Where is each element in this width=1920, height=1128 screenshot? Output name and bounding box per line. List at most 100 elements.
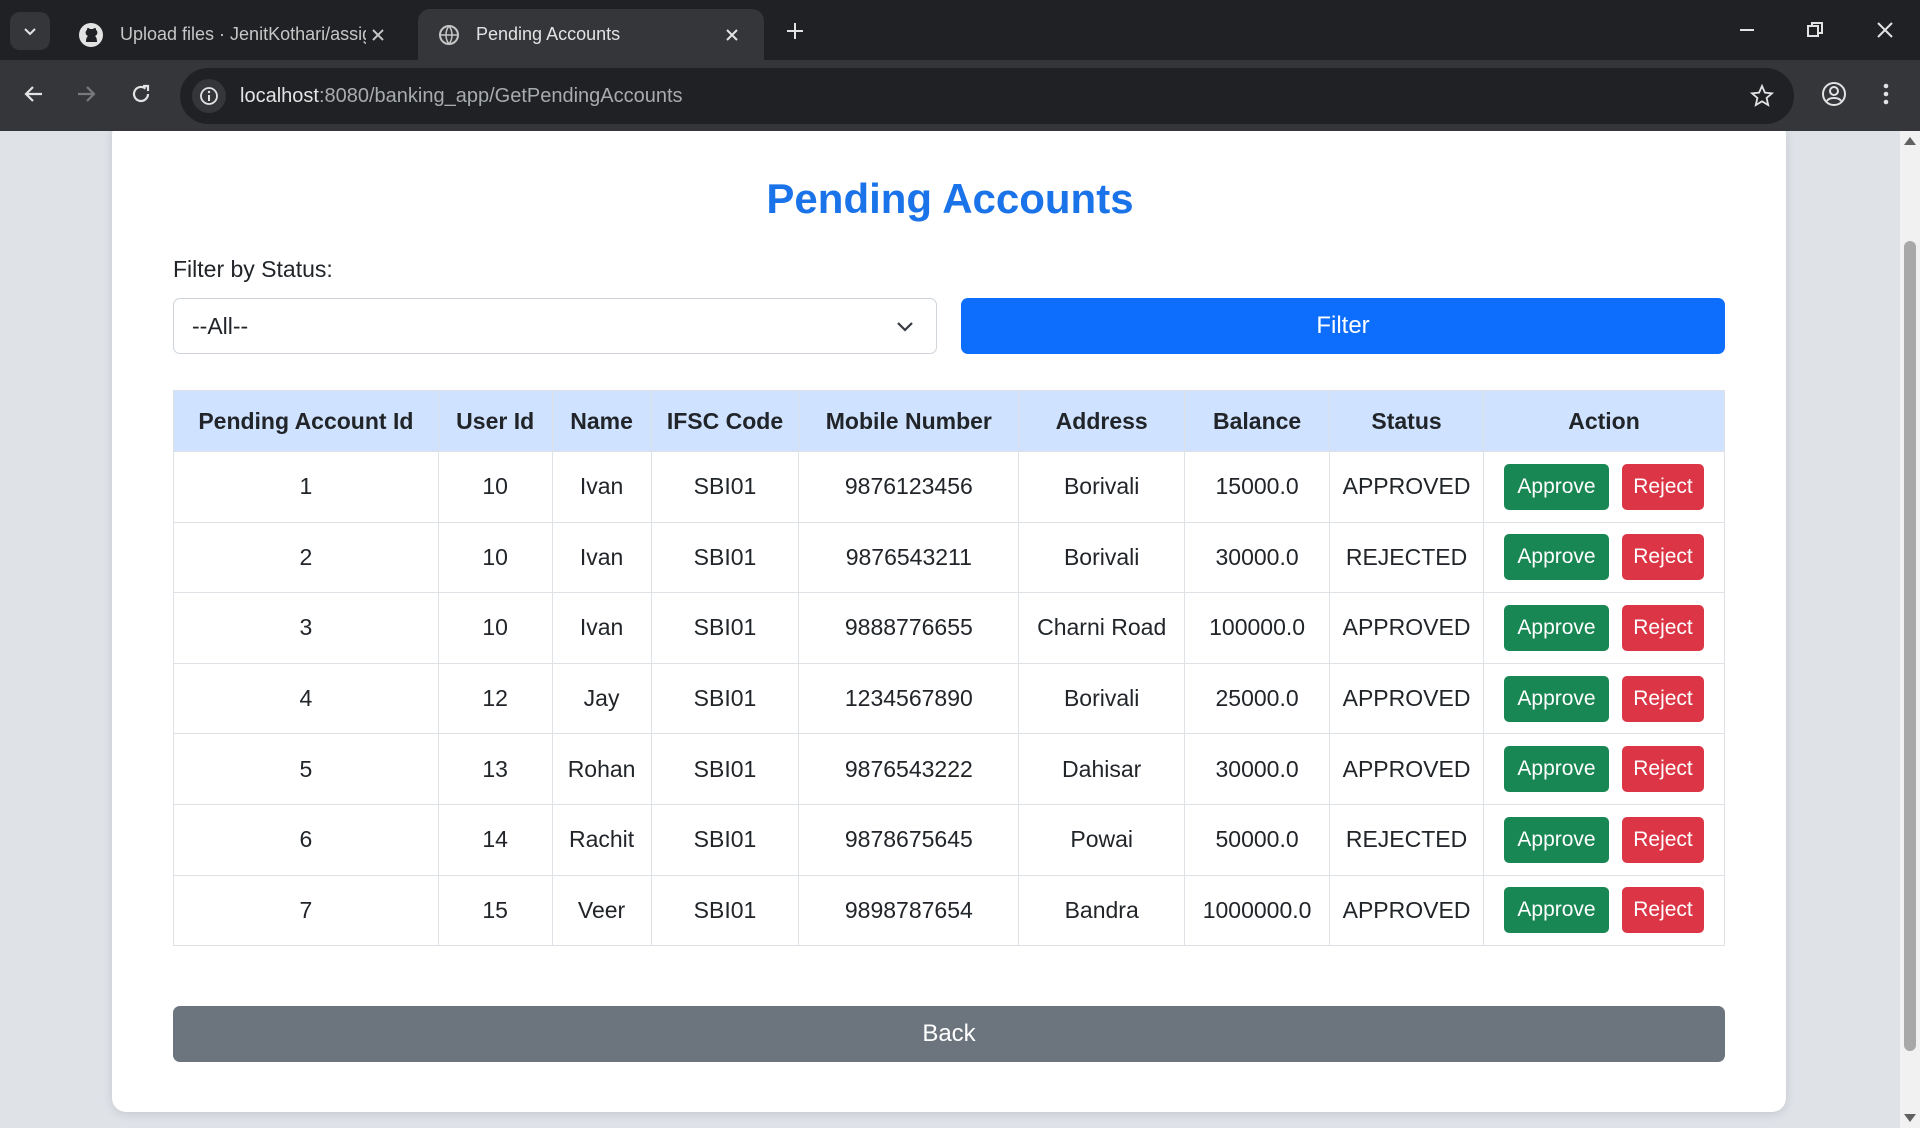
cell-status: APPROVED	[1329, 451, 1485, 523]
reject-button[interactable]: Reject	[1622, 746, 1704, 793]
page-scrollbar[interactable]	[1900, 131, 1920, 1128]
header-ifsc-code: IFSC Code	[650, 390, 800, 452]
tab-upload-files[interactable]: Upload files · JenitKothari/assig	[58, 9, 410, 60]
cell-address: Borivali	[1018, 451, 1186, 523]
status-filter-select[interactable]: --All--	[173, 298, 937, 354]
cell-name: Rachit	[551, 803, 652, 876]
cell-address: Charni Road	[1018, 592, 1186, 664]
cell-mobile-number: 9878675645	[798, 803, 1020, 876]
table-header-row: Pending Account Id User Id Name IFSC Cod…	[173, 390, 1725, 452]
cell-balance: 100000.0	[1184, 592, 1331, 664]
cell-action: Approve Reject	[1483, 451, 1725, 523]
cell-address: Borivali	[1018, 662, 1186, 735]
cell-name: Veer	[551, 874, 652, 947]
table-row: 5 13 Rohan SBI01 9876543222 Dahisar 3000…	[173, 733, 1725, 805]
cell-status: REJECTED	[1329, 803, 1485, 876]
approve-button[interactable]: Approve	[1504, 534, 1609, 581]
restore-icon	[1807, 22, 1823, 37]
cell-user-id: 10	[437, 451, 553, 523]
close-icon[interactable]	[720, 23, 744, 47]
cell-mobile-number: 9876543211	[798, 521, 1020, 594]
cell-action: Approve Reject	[1483, 592, 1725, 664]
cell-pending-account-id: 1	[173, 451, 439, 523]
cell-ifsc-code: SBI01	[650, 803, 800, 876]
cell-ifsc-code: SBI01	[650, 874, 800, 947]
cell-name: Ivan	[551, 451, 652, 523]
browser-toolbar: localhost:8080/banking_app/GetPendingAcc…	[0, 60, 1920, 131]
cell-action: Approve Reject	[1483, 874, 1725, 947]
cell-status: APPROVED	[1329, 874, 1485, 947]
reject-button[interactable]: Reject	[1622, 534, 1704, 581]
reload-button[interactable]	[121, 74, 161, 114]
arrow-right-icon	[78, 86, 96, 102]
cell-user-id: 13	[437, 733, 553, 805]
reject-button[interactable]: Reject	[1622, 816, 1704, 863]
new-tab-button[interactable]	[780, 16, 810, 46]
back-button[interactable]: Back	[173, 1006, 1725, 1062]
cell-user-id: 14	[437, 803, 553, 876]
tab-pending-accounts[interactable]: Pending Accounts	[418, 9, 764, 60]
cell-name: Ivan	[551, 592, 652, 664]
cell-mobile-number: 9898787654	[798, 874, 1020, 947]
close-icon[interactable]	[366, 23, 390, 47]
minimize-button[interactable]	[1722, 10, 1772, 50]
scroll-thumb[interactable]	[1904, 241, 1916, 1051]
header-user-id: User Id	[437, 390, 553, 452]
filter-button[interactable]: Filter	[961, 298, 1725, 354]
cell-address: Dahisar	[1018, 733, 1186, 805]
header-address: Address	[1018, 390, 1186, 452]
tab-search-button[interactable]	[10, 12, 50, 50]
site-info-button[interactable]	[192, 79, 226, 113]
table-row: 4 12 Jay SBI01 1234567890 Borivali 25000…	[173, 662, 1725, 735]
url-text[interactable]: localhost:8080/banking_app/GetPendingAcc…	[240, 85, 683, 108]
reject-button[interactable]: Reject	[1622, 604, 1704, 651]
cell-name: Jay	[551, 662, 652, 735]
account-icon	[1822, 82, 1846, 106]
header-pending-account-id: Pending Account Id	[173, 390, 439, 452]
window-close-button[interactable]	[1860, 10, 1910, 50]
reject-button[interactable]: Reject	[1622, 887, 1704, 934]
close-icon	[1877, 22, 1893, 38]
forward-nav-button[interactable]	[66, 74, 106, 114]
approve-button[interactable]: Approve	[1504, 746, 1609, 793]
cell-action: Approve Reject	[1483, 733, 1725, 805]
cell-ifsc-code: SBI01	[650, 451, 800, 523]
cell-user-id: 10	[437, 592, 553, 664]
cell-action: Approve Reject	[1483, 521, 1725, 594]
restore-button[interactable]	[1790, 10, 1840, 50]
cell-pending-account-id: 2	[173, 521, 439, 594]
approve-button[interactable]: Approve	[1504, 604, 1609, 651]
cell-balance: 15000.0	[1184, 451, 1331, 523]
cell-pending-account-id: 5	[173, 733, 439, 805]
scroll-up-arrow-icon[interactable]	[1904, 137, 1916, 145]
header-status: Status	[1329, 390, 1485, 452]
pending-accounts-table: Pending Account Id User Id Name IFSC Cod…	[173, 390, 1725, 947]
address-bar[interactable]: localhost:8080/banking_app/GetPendingAcc…	[180, 68, 1794, 124]
reject-button[interactable]: Reject	[1622, 675, 1704, 722]
cell-ifsc-code: SBI01	[650, 592, 800, 664]
header-name: Name	[551, 390, 652, 452]
approve-button[interactable]: Approve	[1504, 675, 1609, 722]
cell-mobile-number: 9876543222	[798, 733, 1020, 805]
filter-label: Filter by Status:	[173, 256, 333, 282]
table-row: 2 10 Ivan SBI01 9876543211 Borivali 3000…	[173, 521, 1725, 594]
back-nav-button[interactable]	[14, 74, 54, 114]
cell-mobile-number: 1234567890	[798, 662, 1020, 735]
menu-button[interactable]	[1866, 74, 1906, 114]
url-host: localhost	[240, 84, 319, 107]
table-row: 1 10 Ivan SBI01 9876123456 Borivali 1500…	[173, 451, 1725, 523]
arrow-left-icon	[24, 86, 42, 102]
approve-button[interactable]: Approve	[1504, 463, 1609, 510]
reject-button[interactable]: Reject	[1622, 463, 1704, 510]
cell-balance: 1000000.0	[1184, 874, 1331, 947]
cell-action: Approve Reject	[1483, 803, 1725, 876]
profile-button[interactable]	[1814, 74, 1854, 114]
minimize-icon	[1740, 29, 1754, 31]
bookmark-button[interactable]	[1748, 82, 1776, 110]
approve-button[interactable]: Approve	[1504, 887, 1609, 934]
approve-button[interactable]: Approve	[1504, 816, 1609, 863]
cell-user-id: 15	[437, 874, 553, 947]
tab-title: Pending Accounts	[476, 24, 621, 44]
scroll-down-arrow-icon[interactable]	[1904, 1114, 1916, 1122]
cell-action: Approve Reject	[1483, 662, 1725, 735]
